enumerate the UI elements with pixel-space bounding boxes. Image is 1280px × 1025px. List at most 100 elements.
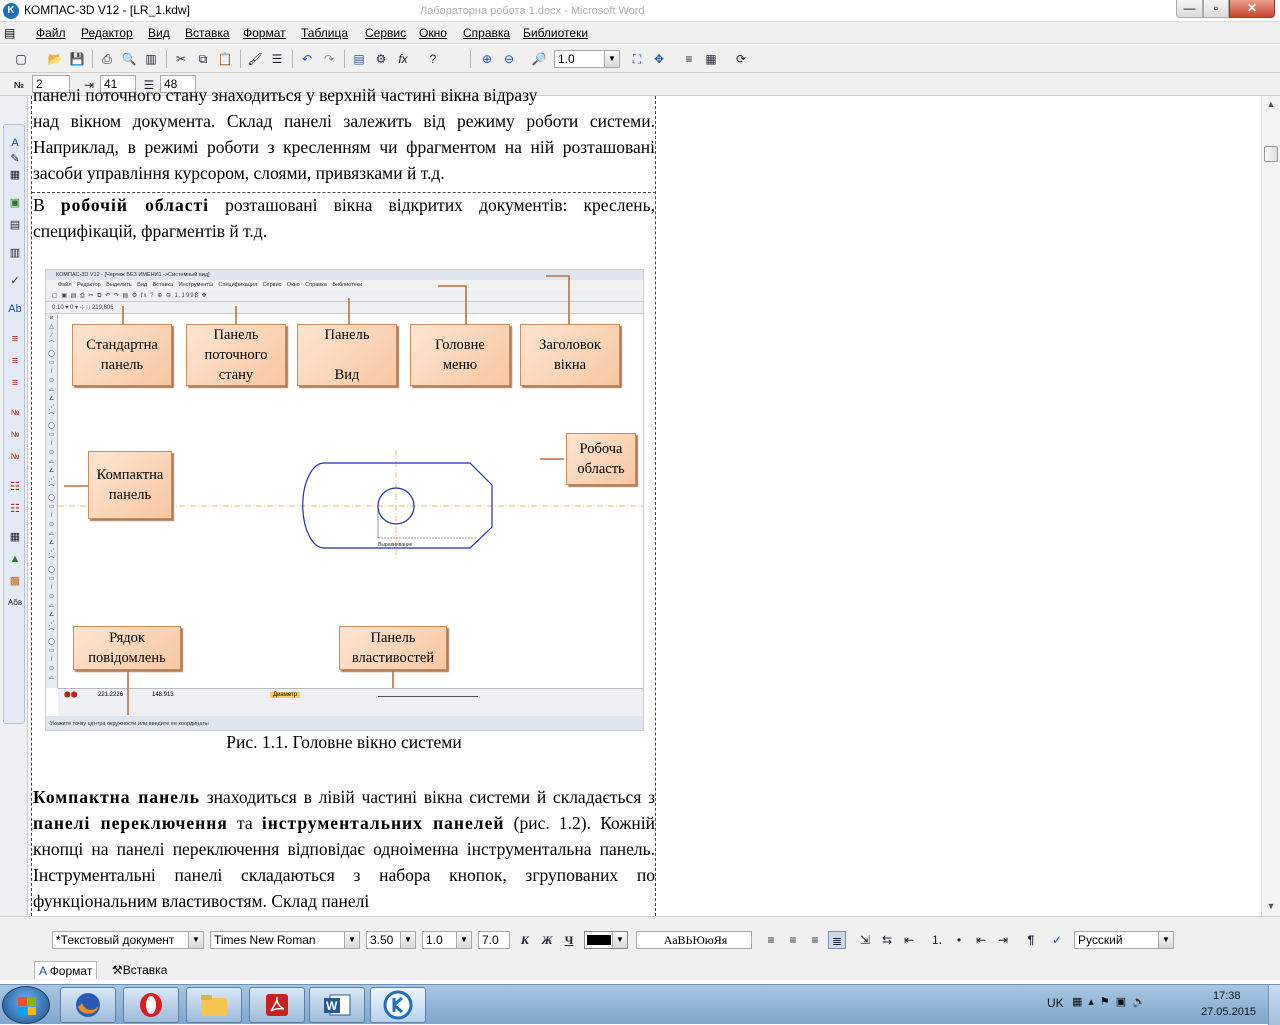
chevron-down-icon[interactable]: ▼ <box>604 51 619 67</box>
spellcheck-icon[interactable]: Абв <box>7 595 23 611</box>
menu-libraries[interactable]: Библиотеки <box>523 26 588 40</box>
copy-icon[interactable]: ⧉ <box>194 50 212 68</box>
tray-icons[interactable]: ▦▴⚑▣🔊 <box>1072 995 1152 1008</box>
check-icon[interactable]: ✓ <box>7 273 23 289</box>
chevron-down-icon[interactable]: ▼ <box>188 932 203 948</box>
underline-button[interactable]: Ч <box>560 931 578 949</box>
table-insert-icon[interactable]: ▦ <box>7 529 23 545</box>
insert-frame-icon[interactable]: ▤ <box>7 217 23 233</box>
format-icon[interactable]: ▥ <box>7 245 23 261</box>
bullet-list-icon[interactable]: • <box>950 931 968 949</box>
table-icon[interactable]: ▦ <box>7 167 23 183</box>
zoom-out-icon[interactable]: ⊖ <box>500 50 518 68</box>
menu-table[interactable]: Таблица <box>301 26 348 40</box>
minimize-button[interactable]: — <box>1176 0 1203 18</box>
menu-window[interactable]: Окно <box>419 26 447 40</box>
italic-button[interactable]: Ж <box>538 931 556 949</box>
spellcheck-icon[interactable]: ✓ <box>1048 931 1066 949</box>
print-preview-icon[interactable]: 🔍 <box>120 50 138 68</box>
menu-view[interactable]: Вид <box>148 26 170 40</box>
menu-insert[interactable]: Вставка <box>185 26 230 40</box>
new-document-icon[interactable]: ▢ <box>12 50 30 68</box>
text-icon[interactable]: A <box>7 135 23 151</box>
tab-insert[interactable]: ⚒Вставка <box>108 961 171 979</box>
list-icon[interactable]: ≡ <box>7 375 23 391</box>
paragraph-marks-button[interactable]: ¶ <box>1022 931 1040 949</box>
print-icon[interactable]: ⎙ <box>98 50 116 68</box>
language-combo[interactable]: Русский ▼ <box>1074 931 1174 949</box>
settings-icon[interactable]: ⚙ <box>372 50 390 68</box>
help-pointer-icon[interactable]: ? <box>424 50 442 68</box>
menu-format[interactable]: Формат <box>243 26 286 40</box>
scale-combo[interactable]: 1.0 ▼ <box>422 931 472 949</box>
maximize-button[interactable]: ▫ <box>1203 0 1229 18</box>
vertical-scrollbar[interactable]: ▲ ▼ <box>1261 96 1280 916</box>
chevron-down-icon[interactable]: ▼ <box>456 932 471 948</box>
style-combo[interactable]: *Текстовый документ ▼ <box>52 931 204 949</box>
document-menu-icon[interactable]: ▤ <box>4 26 15 40</box>
cut-icon[interactable]: ✂ <box>172 50 190 68</box>
outdent-icon[interactable]: ⇤ <box>972 931 990 949</box>
tab-format[interactable]: A Формат <box>34 961 98 979</box>
kompas-app-icon[interactable]: K <box>3 3 19 19</box>
case-sample[interactable]: АаВЬЮюЯя <box>636 931 752 949</box>
step-field[interactable]: 7.0 <box>478 931 510 949</box>
chevron-down-icon[interactable]: ▼ <box>1158 932 1173 948</box>
taskbar-word[interactable]: W <box>309 987 365 1023</box>
undo-icon[interactable]: ↶ <box>298 50 316 68</box>
indent-decrease-icon[interactable]: ⇤ <box>900 931 918 949</box>
zoom-in-icon[interactable]: ⊕ <box>478 50 496 68</box>
format-brush-icon[interactable]: 🖌 <box>246 50 264 68</box>
numbering-icon[interactable]: № <box>7 449 23 465</box>
align-justify-icon[interactable]: ≣ <box>828 931 846 949</box>
taskbar-firefox[interactable] <box>60 987 116 1023</box>
chevron-down-icon[interactable]: ▼ <box>400 932 415 948</box>
tray-date[interactable]: 27.05.2015 <box>1201 1006 1256 1018</box>
page-layout-icon[interactable]: ≡ <box>680 50 698 68</box>
show-all-icon[interactable]: ⛶ <box>628 50 646 68</box>
bold-button[interactable]: К <box>516 931 534 949</box>
tray-language[interactable]: UK <box>1047 996 1064 1010</box>
close-button[interactable]: ✕ <box>1229 0 1275 18</box>
save-icon[interactable]: 💾 <box>68 50 86 68</box>
numbered-list-icon[interactable]: ⒈ <box>928 931 946 949</box>
list-icon[interactable]: ≡ <box>7 353 23 369</box>
numbering-icon[interactable]: № <box>7 405 23 421</box>
manager-icon[interactable]: ▤ <box>350 50 368 68</box>
paste-icon[interactable]: 📋 <box>216 50 234 68</box>
print-setup-icon[interactable]: ▥ <box>142 50 160 68</box>
refresh-icon[interactable]: ⟳ <box>732 50 750 68</box>
scroll-up-icon[interactable]: ▲ <box>1262 96 1280 113</box>
text-edit-icon[interactable]: ✎ <box>7 151 23 167</box>
scroll-thumb[interactable] <box>1264 146 1278 162</box>
start-button[interactable] <box>2 986 50 1024</box>
align-left-icon[interactable]: ≡ <box>762 931 780 949</box>
taskbar-kompas[interactable] <box>370 987 426 1023</box>
font-combo[interactable]: Times New Roman ▼ <box>210 931 360 949</box>
open-folder-icon[interactable]: 📂 <box>46 50 64 68</box>
tray-time[interactable]: 17:38 <box>1213 990 1241 1002</box>
redo-icon[interactable]: ↷ <box>320 50 338 68</box>
numbering-icon[interactable]: № <box>7 427 23 443</box>
document-page[interactable]: панелі поточного стану знаходиться у вер… <box>31 85 656 916</box>
list-icon[interactable]: ≡ <box>7 331 23 347</box>
menu-file[interactable]: Файл <box>36 26 66 40</box>
taskbar-opera[interactable] <box>123 987 179 1023</box>
color-combo[interactable]: ▼ <box>584 931 628 949</box>
fragment-icon[interactable]: ▩ <box>7 573 23 589</box>
font-style-icon[interactable]: Ab <box>7 301 23 317</box>
properties-icon[interactable]: ☰ <box>268 50 286 68</box>
zoom-combo[interactable]: 1.0 ▼ <box>554 50 620 68</box>
zoom-window-icon[interactable]: 🔎 <box>530 50 548 68</box>
font-size-combo[interactable]: 3.50 ▼ <box>366 931 416 949</box>
outline-icon[interactable]: ☷ <box>7 479 23 495</box>
pan-icon[interactable]: ✥ <box>650 50 668 68</box>
scroll-down-icon[interactable]: ▼ <box>1262 898 1280 915</box>
chevron-down-icon[interactable]: ▼ <box>344 932 359 948</box>
indent-icon[interactable]: ⇥ <box>994 931 1012 949</box>
align-center-icon[interactable]: ≡ <box>784 931 802 949</box>
chevron-down-icon[interactable]: ▼ <box>612 932 627 948</box>
outline-icon[interactable]: ☷ <box>7 501 23 517</box>
normal-mode-icon[interactable]: ▦ <box>702 50 720 68</box>
picture-icon[interactable]: ▲ <box>7 551 23 567</box>
